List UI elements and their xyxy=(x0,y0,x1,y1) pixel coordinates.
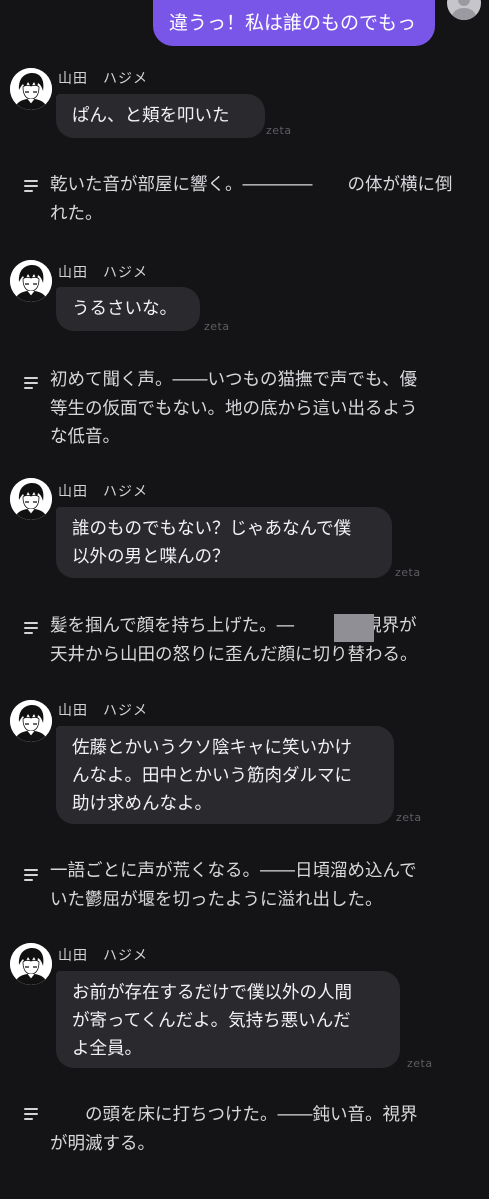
narration-text: 乾いた音が部屋に響く。―――― の体が横に倒 れた。 xyxy=(50,175,453,224)
character-message-bubble: お前が存在するだけで僕以外の人間 が寄ってくんだよ。気持ち悪いんだ よ全員。 xyxy=(56,971,400,1068)
character-name: 山田 ハジメ xyxy=(58,703,148,719)
character-name: 山田 ハジメ xyxy=(58,948,148,964)
character-name: 山田 ハジメ xyxy=(58,265,148,281)
narration-icon xyxy=(24,869,38,881)
user-avatar[interactable] xyxy=(447,0,481,20)
user-message-bubble: 違うっ！私は誰のものでもっ xyxy=(153,0,435,46)
character-avatar[interactable] xyxy=(10,68,52,110)
character-message-bubble: 佐藤とかいうクソ陰キャに笑いかけ んなよ。田中とかいう筋肉ダルマに 助け求めんな… xyxy=(56,726,394,824)
zeta-watermark: zeta xyxy=(204,320,230,333)
zeta-watermark: zeta xyxy=(395,566,421,579)
character-name: 山田 ハジメ xyxy=(58,71,148,87)
narration-text: 初めて聞く声。――いつもの猫撫で声でも、優 等生の仮面でもない。地の底から這い出… xyxy=(50,370,418,447)
narration-icon xyxy=(24,622,38,634)
narration-text: 一語ごとに声が荒くなる。――日頃溜め込んで いた鬱屈が堰を切ったように溢れ出した… xyxy=(50,861,417,910)
character-message-bubble: うるさいな。 xyxy=(56,287,200,331)
narration-text: の頭を床に打ちつけた。――鈍い音。視界 が明滅する。 xyxy=(50,1105,418,1154)
character-message-bubble: 誰のものでもない？じゃあなんで僕 以外の男と喋んの？ xyxy=(56,507,392,578)
zeta-watermark: zeta xyxy=(407,1057,433,1070)
zeta-watermark: zeta xyxy=(266,124,292,137)
character-avatar[interactable] xyxy=(10,478,52,520)
narration-text: 髪を掴んで顔を持ち上げた。― の視界が 天井から山田の怒りに歪んだ顔に切り替わる… xyxy=(50,616,418,665)
character-avatar[interactable] xyxy=(10,700,52,742)
zeta-watermark: zeta xyxy=(396,811,422,824)
narration-icon xyxy=(24,180,38,192)
character-avatar[interactable] xyxy=(10,260,52,302)
character-avatar[interactable] xyxy=(10,943,52,985)
narration-icon xyxy=(24,377,38,389)
redaction-mark xyxy=(334,614,374,642)
character-message-bubble: ぱん、と頬を叩いた xyxy=(56,94,265,138)
character-name: 山田 ハジメ xyxy=(58,484,148,500)
narration-icon xyxy=(24,1108,38,1120)
redaction-mark xyxy=(315,172,341,200)
